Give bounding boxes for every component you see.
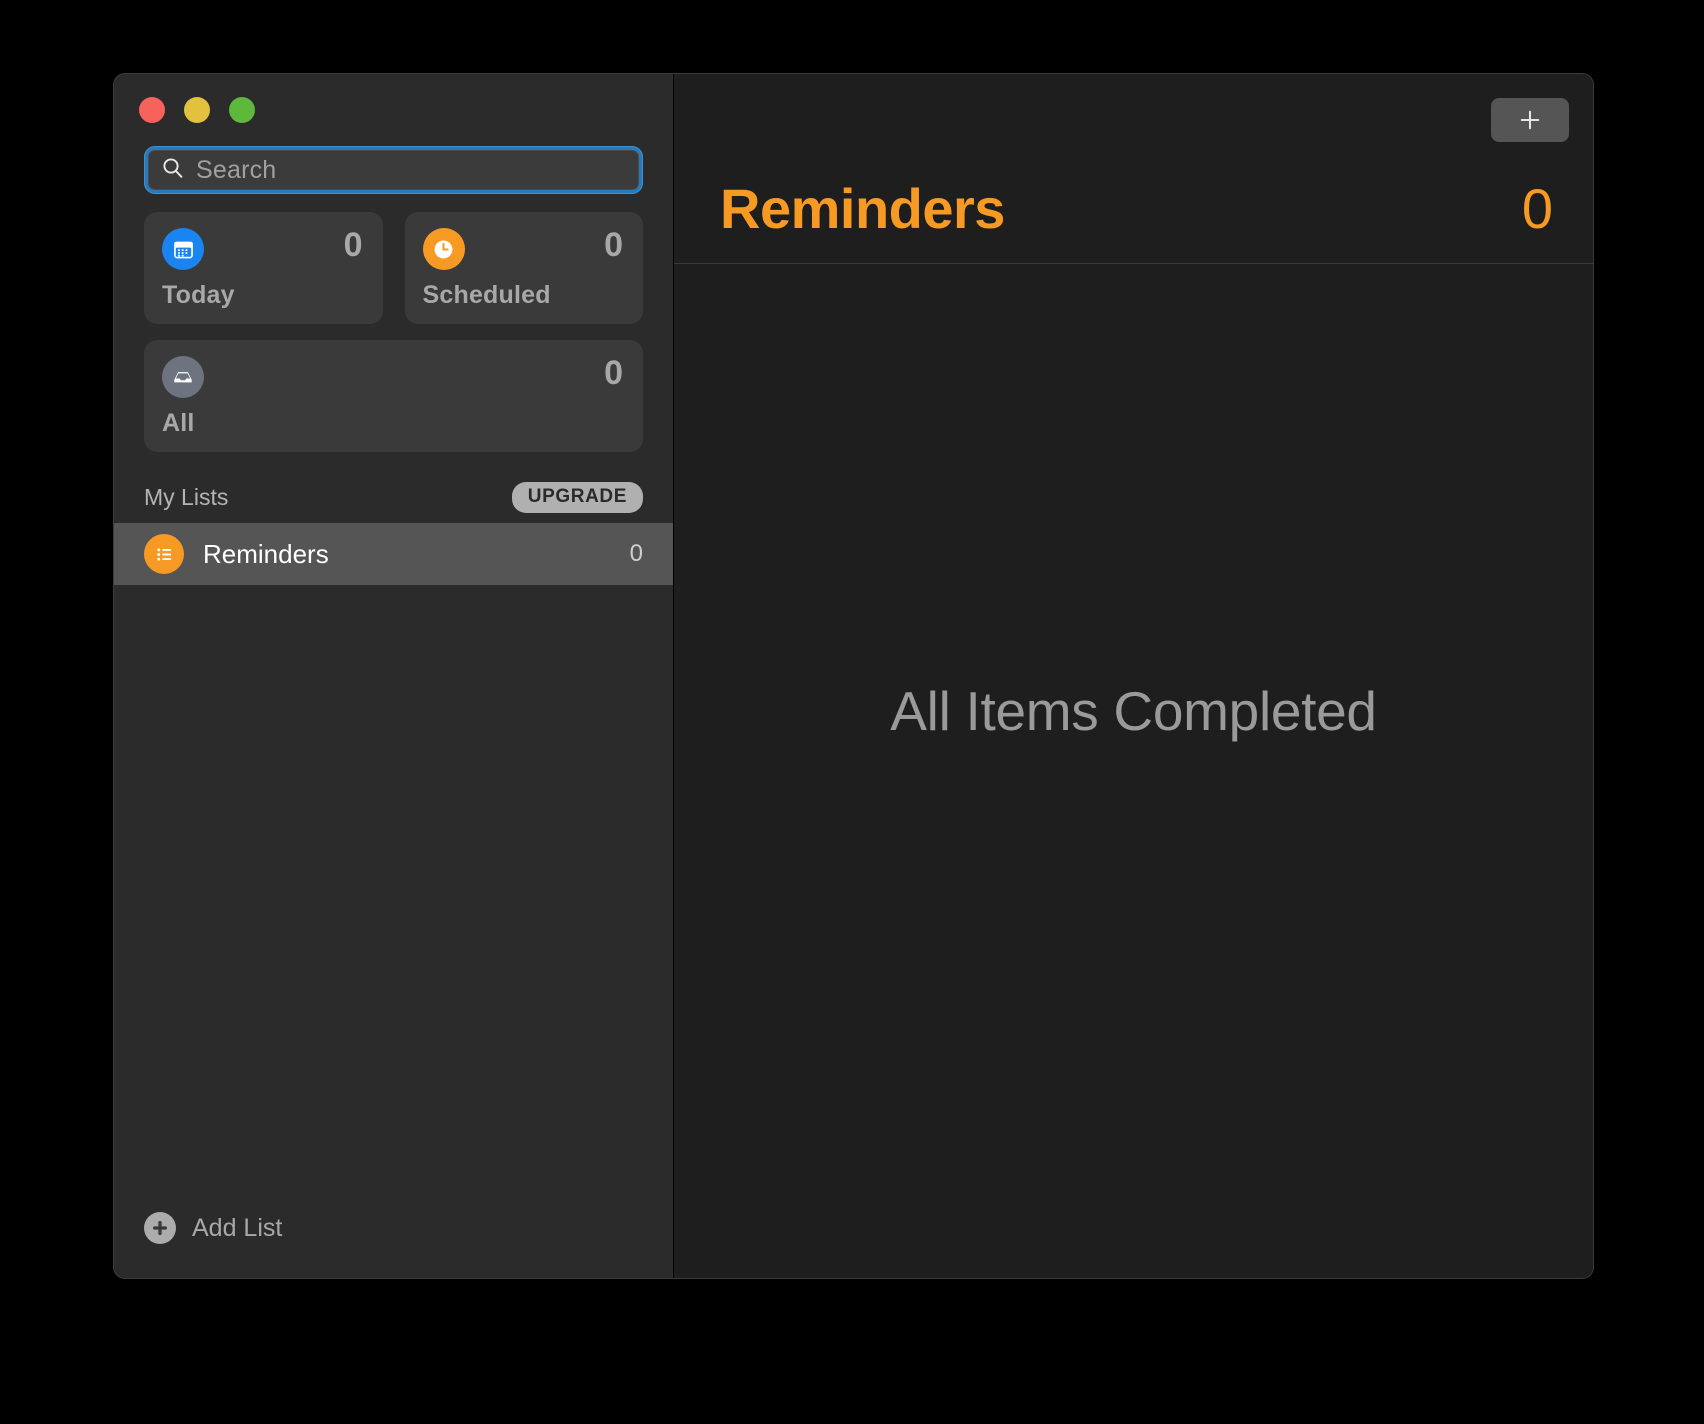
search-icon	[161, 156, 185, 185]
bulleted-list-icon	[144, 534, 184, 574]
empty-state-message: All Items Completed	[890, 680, 1377, 742]
clock-icon	[422, 228, 465, 270]
minimize-button[interactable]	[184, 97, 210, 123]
my-lists-label: My Lists	[144, 484, 229, 510]
smart-list-count: 0	[604, 354, 623, 392]
my-lists-header: My Lists UPGRADE	[114, 468, 673, 523]
add-list-button[interactable]: Add List	[114, 1212, 673, 1278]
add-list-label: Add List	[192, 1213, 283, 1242]
zoom-button[interactable]	[229, 97, 255, 123]
list-count: 0	[629, 540, 643, 567]
smart-list-label: Today	[162, 281, 235, 309]
inbox-tray-icon	[162, 356, 204, 398]
smart-list-count: 0	[604, 226, 623, 264]
smart-list-scheduled[interactable]: 0 Scheduled	[404, 212, 643, 324]
sidebar-item-reminders[interactable]: Reminders 0	[114, 523, 673, 585]
calendar-icon	[162, 228, 204, 270]
smart-lists-bottom-row: 0 All	[144, 340, 643, 452]
smart-list-all[interactable]: 0 All	[144, 340, 643, 452]
upgrade-badge[interactable]: UPGRADE	[511, 482, 643, 513]
smart-list-count: 0	[343, 226, 363, 264]
list-name: Reminders	[203, 538, 329, 569]
content-header: Reminders 0	[674, 74, 1593, 264]
titlebar	[114, 74, 673, 146]
search-field-focus-ring: Search	[144, 146, 643, 194]
content-pane: Reminders 0 All Items Completed	[674, 74, 1593, 1278]
smart-lists-top-row: 0 Today 0 Scheduled	[144, 212, 643, 324]
page-count: 0	[1521, 177, 1553, 240]
plus-circle-icon	[144, 1212, 176, 1244]
smart-lists-grid: 0 Today 0 Scheduled 0 All	[114, 194, 673, 468]
reminders-window: Search 0 Today 0 Scheduled 0 All My List…	[113, 73, 1594, 1279]
smart-list-today[interactable]: 0 Today	[144, 212, 383, 324]
search-input[interactable]: Search	[148, 150, 639, 190]
plus-icon	[1520, 110, 1540, 130]
search-placeholder: Search	[196, 155, 277, 184]
add-reminder-button[interactable]	[1491, 98, 1569, 142]
smart-list-label: Scheduled	[422, 281, 551, 309]
empty-state: All Items Completed	[674, 264, 1593, 1278]
smart-list-label: All	[162, 409, 195, 437]
close-button[interactable]	[139, 97, 165, 123]
sidebar: Search 0 Today 0 Scheduled 0 All My List…	[114, 74, 674, 1278]
page-title: Reminders	[720, 177, 1005, 240]
